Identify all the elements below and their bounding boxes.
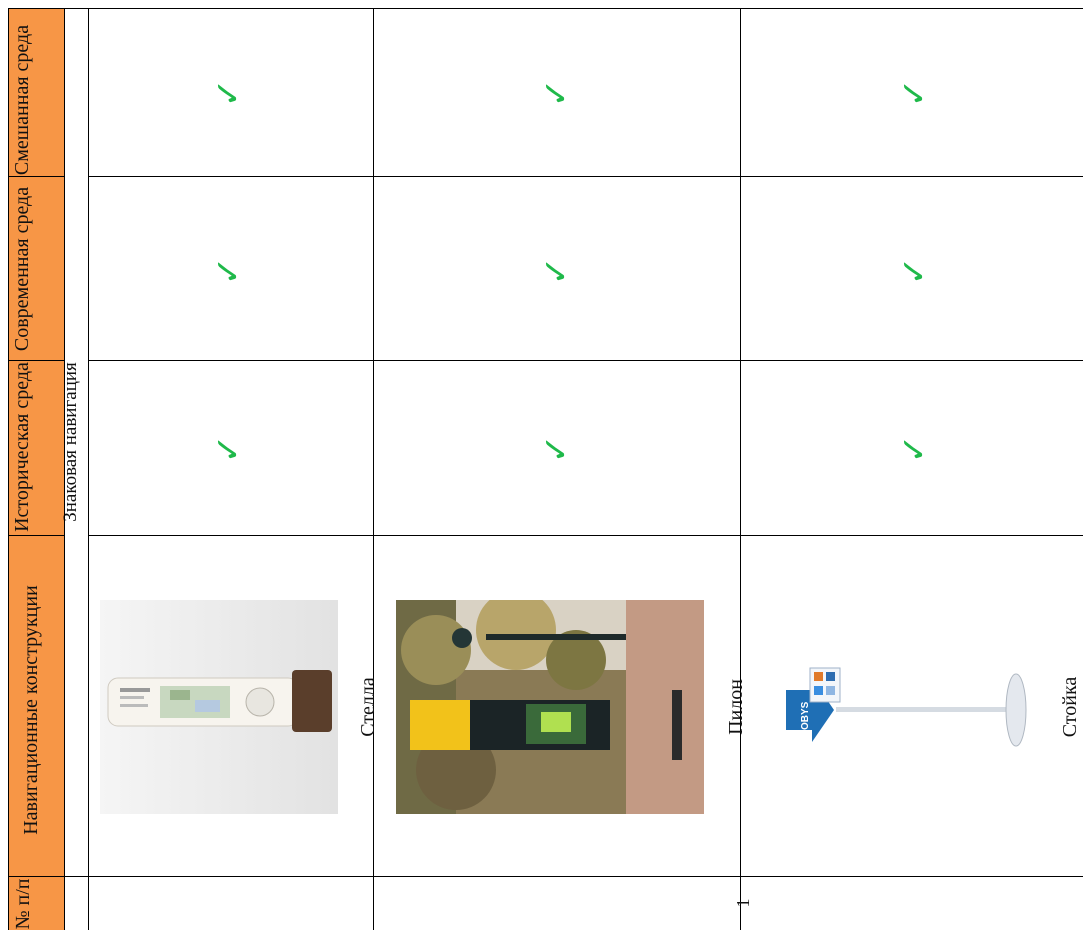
grid-v1 <box>64 8 65 930</box>
mobys-logo-text: MOBYS <box>800 701 811 738</box>
grid-v3 <box>373 8 374 930</box>
header-mixed: Смешанная среда <box>11 24 33 176</box>
check-r2-mixed: ✓ <box>537 78 576 108</box>
grid-h1b <box>88 176 1083 177</box>
row-name-stand: Стойка <box>1059 676 1081 738</box>
header-number: № п/п <box>12 878 34 930</box>
check-r2-historic: ✓ <box>537 434 576 464</box>
check-r3-modern: ✓ <box>895 256 934 286</box>
pylon-photo <box>396 600 704 814</box>
row-name-stella: Стелла <box>357 677 379 737</box>
grid-v4 <box>740 8 741 930</box>
check-r3-historic: ✓ <box>895 434 934 464</box>
check-r2-modern: ✓ <box>537 256 576 286</box>
grid-v2 <box>88 8 89 930</box>
check-r1-historic: ✓ <box>209 434 248 464</box>
grid-h2 <box>8 360 64 361</box>
check-r1-modern: ✓ <box>209 256 248 286</box>
grid-h3b <box>88 535 1083 536</box>
stand-image: MOBYS <box>776 660 1032 760</box>
check-r3-mixed: ✓ <box>895 78 934 108</box>
grid-h1 <box>8 176 64 177</box>
header-historic: Историческая среда <box>11 362 33 532</box>
grid-h3 <box>8 535 64 536</box>
header-constructions: Навигационные конструкции <box>20 585 42 835</box>
row-name-pylon: Пилон <box>725 679 747 735</box>
stella-image <box>100 600 338 814</box>
header-modern: Современная среда <box>11 186 33 352</box>
check-r1-mixed: ✓ <box>209 78 248 108</box>
grid-h2b <box>88 360 1083 361</box>
grid-v0 <box>8 8 9 930</box>
row-number-3: 1 <box>733 898 753 908</box>
grid-h4 <box>8 876 1083 877</box>
grid-top <box>8 8 1083 9</box>
